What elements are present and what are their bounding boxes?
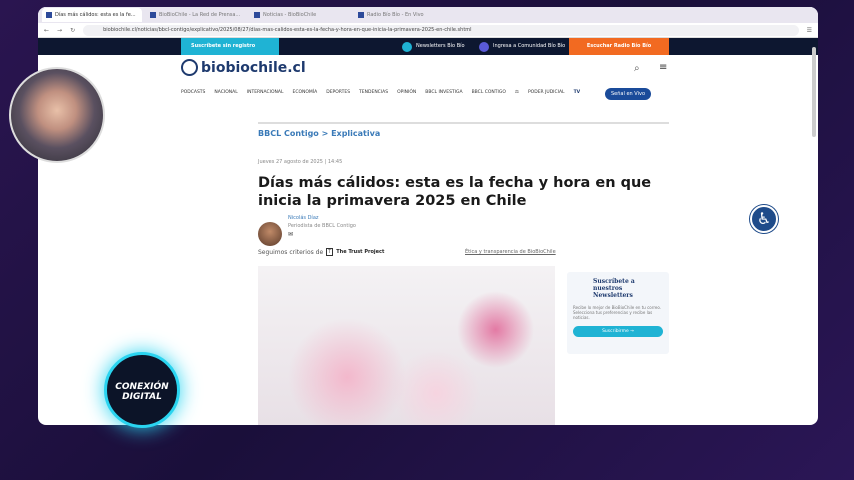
listen-radio-button[interactable]: Escuchar Radio Bío Bío: [569, 38, 669, 55]
newsletters-link[interactable]: Newsletters Bío Bío: [402, 38, 465, 55]
tab-label: Radio Bío Bío - En Vivo: [367, 12, 424, 18]
tab-label: Días más cálidos: esta es la fe...: [55, 12, 136, 18]
tab[interactable]: Noticias - BioBioChile: [250, 8, 350, 22]
community-link[interactable]: Ingresa a Comunidad Bío Bío: [479, 38, 565, 55]
favicon-icon: [254, 12, 260, 18]
community-label: Ingresa a Comunidad Bío Bío: [493, 43, 566, 49]
newsletter-text: Recibe lo mejor de BioBioChile en tu cor…: [573, 305, 661, 320]
url-input[interactable]: biobiochile.cl/noticias/bbcl-contigo/exp…: [83, 24, 799, 36]
tab-bar: Días más cálidos: esta es la fe... BioBi…: [38, 7, 818, 23]
author-name[interactable]: Nicolás Díaz: [288, 215, 319, 221]
main-nav: PODCASTS NACIONAL INTERNACIONAL ECONOMÍA…: [181, 90, 580, 95]
site-logo[interactable]: biobiochile.cl: [181, 59, 306, 76]
trust-project-link[interactable]: The Trust Project: [336, 249, 384, 255]
site-topbar: Suscríbete sin registro Newsletters Bío …: [38, 38, 818, 55]
email-icon[interactable]: ✉: [288, 231, 293, 238]
accessibility-icon[interactable]: ♿: [750, 205, 778, 233]
favicon-icon: [150, 12, 156, 18]
logo-icon: [181, 59, 198, 76]
trust-project-icon: T: [326, 248, 334, 256]
tab-label: BioBioChile - La Red de Prensa...: [159, 12, 241, 18]
trust-criteria: Seguimos criterios de T The Trust Project: [258, 248, 384, 256]
article-date: Jueves 27 agosto de 2025 | 14:45: [258, 159, 343, 165]
tab[interactable]: Radio Bío Bío - En Vivo: [354, 8, 454, 22]
scrollbar[interactable]: [812, 47, 816, 137]
ethics-link[interactable]: Ética y transparencia de BioBioChile: [465, 249, 556, 255]
logo-text: biobiochile.cl: [201, 59, 306, 76]
breadcrumb[interactable]: BBCL Contigo > Explicativa: [258, 129, 380, 138]
favicon-icon: [46, 12, 52, 18]
subscribe-button[interactable]: Suscríbete sin registro: [181, 38, 279, 55]
nav-item[interactable]: PODCASTS: [181, 90, 205, 95]
menu-icon[interactable]: ≡: [659, 62, 667, 73]
tab[interactable]: BioBioChile - La Red de Prensa...: [146, 8, 246, 22]
newsletter-box: Suscríbete a nuestros Newsletters Recibe…: [567, 272, 669, 354]
newsletters-label: Newsletters Bío Bío: [416, 43, 465, 49]
mail-icon: [402, 41, 412, 52]
favicon-icon: [358, 12, 364, 18]
nav-item[interactable]: BBCL CONTIGO: [472, 90, 506, 95]
nav-item[interactable]: BBCL INVESTIGA: [425, 90, 462, 95]
poder-judicial-link[interactable]: PODER JUDICIAL: [528, 90, 565, 95]
live-signal-button[interactable]: Señal en Vivo: [605, 88, 651, 100]
search-icon[interactable]: ⌕: [634, 63, 640, 74]
tab-active[interactable]: Días más cálidos: esta es la fe...: [42, 8, 142, 22]
tv-link[interactable]: TV: [574, 90, 581, 95]
nav-item[interactable]: NACIONAL: [214, 90, 237, 95]
criteria-label: Seguimos criterios de: [258, 248, 324, 256]
nav-item[interactable]: TENDENCIAS: [359, 90, 388, 95]
tab-label: Noticias - BioBioChile: [263, 12, 317, 18]
forward-icon[interactable]: →: [57, 27, 62, 34]
nav-item[interactable]: INTERNACIONAL: [247, 90, 284, 95]
nav-item[interactable]: OPINIÓN: [397, 90, 416, 95]
author-avatar: [258, 222, 282, 246]
divider: [258, 122, 669, 124]
newsletter-subscribe-button[interactable]: Suscribirme →: [573, 326, 663, 337]
nav-item[interactable]: DEPORTES: [326, 90, 350, 95]
nav-item[interactable]: ECONOMÍA: [293, 90, 318, 95]
webcam-overlay: [9, 67, 105, 163]
article-image: [258, 266, 555, 425]
user-icon: [479, 41, 489, 52]
channel-logo: CONEXIÓN DIGITAL: [104, 352, 180, 428]
article-title: Días más cálidos: esta es la fecha y hor…: [258, 175, 652, 209]
address-bar-row: ← → ↻ biobiochile.cl/noticias/bbcl-contigo…: [38, 23, 818, 38]
scales-icon: ⚖: [514, 90, 519, 95]
back-icon[interactable]: ←: [44, 27, 49, 34]
extensions-icon[interactable]: ☰: [807, 27, 812, 34]
reload-icon[interactable]: ↻: [70, 27, 75, 34]
newsletter-title: Suscríbete a nuestros Newsletters: [593, 278, 635, 299]
author-role: Periodista de BBCL Contigo: [288, 223, 356, 229]
